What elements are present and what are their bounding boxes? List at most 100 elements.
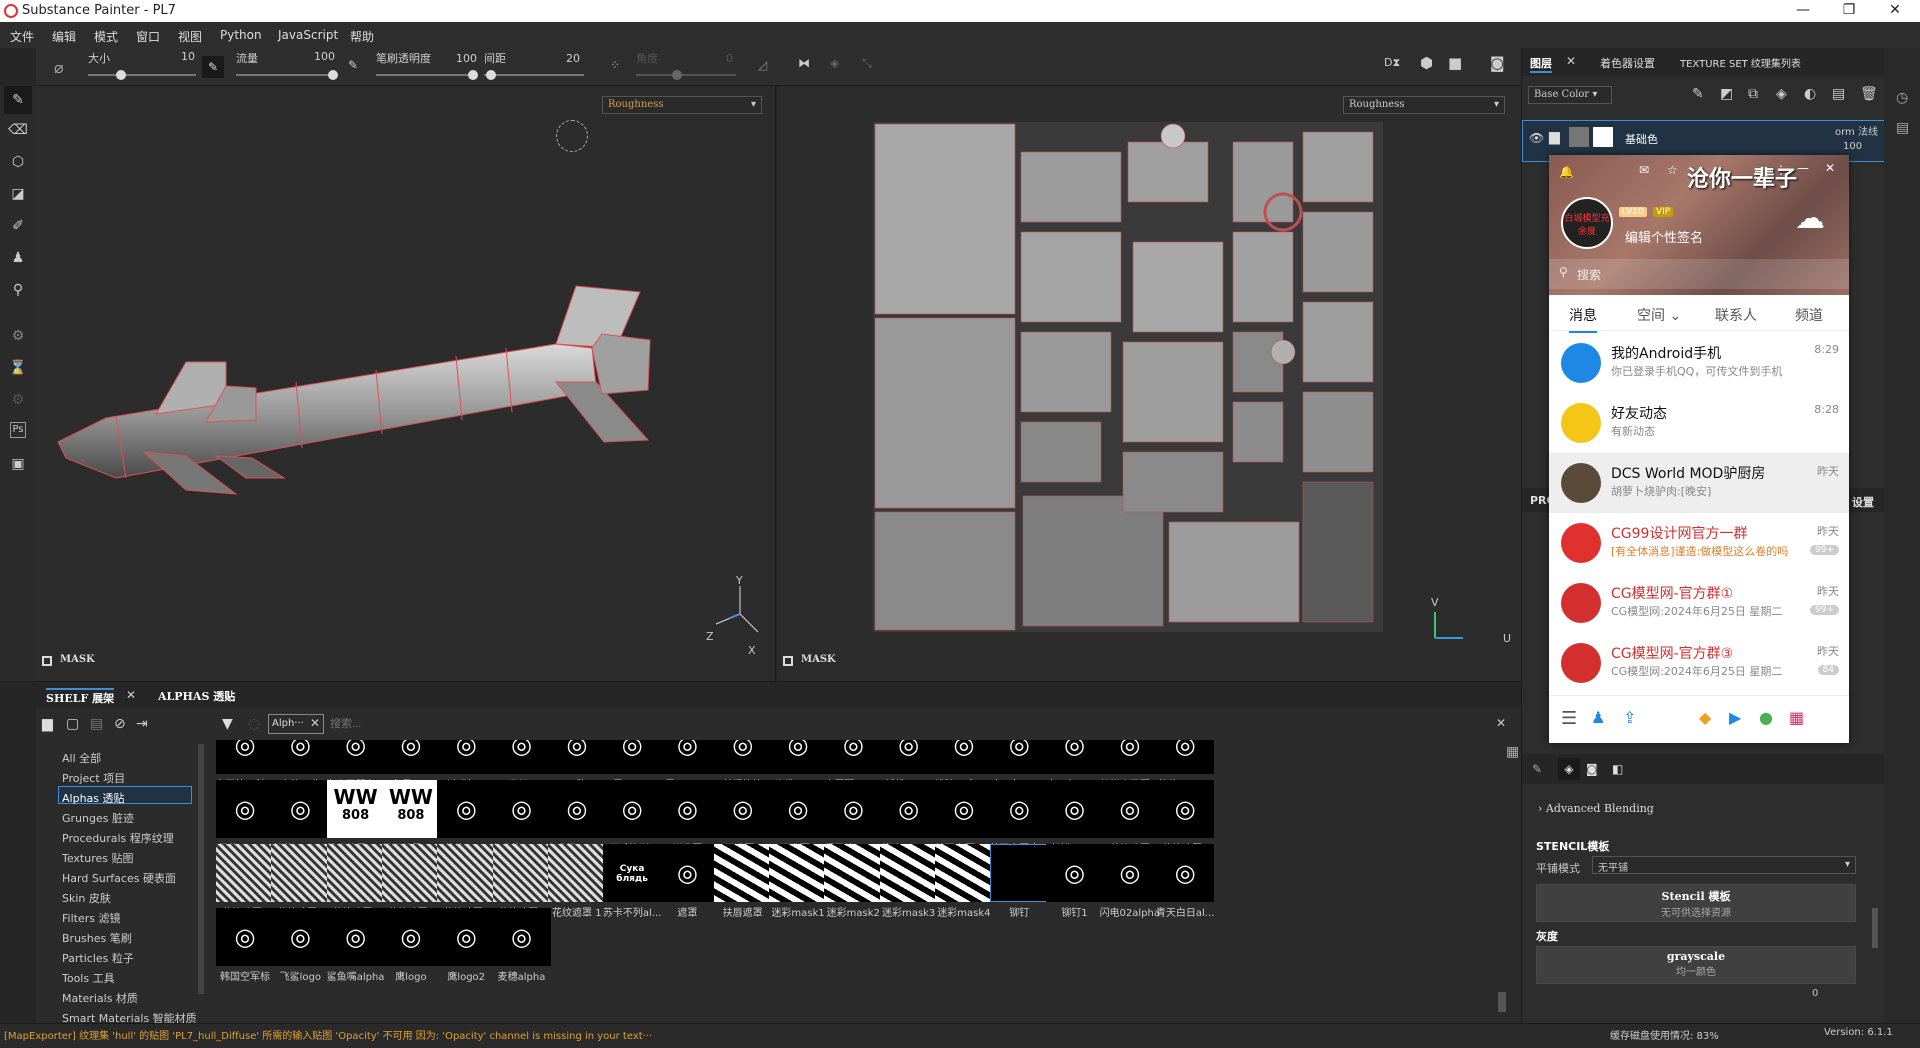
bell-icon[interactable]: 🔔 xyxy=(1559,165,1574,179)
alpha-thumbnail[interactable] xyxy=(437,844,496,902)
grayscale-button[interactable]: grayscale 均一颜色 xyxy=(1536,946,1856,984)
qq-conversation-item[interactable]: DCS World MOD驴厨房 胡萝卜烧驴肉:[晚安] 昨天 xyxy=(1549,453,1849,513)
channel-select-2d[interactable]: Roughness ▾ xyxy=(1343,96,1505,114)
tab-alphas[interactable]: ALPHAS 透贴 xyxy=(158,688,235,704)
menu-view[interactable]: 视图 xyxy=(178,28,202,45)
alpha-thumbnail[interactable]: ◎ xyxy=(934,740,993,774)
alpha-thumbnail[interactable]: ◎ xyxy=(381,740,440,774)
alpha-thumbnail[interactable]: ◎ xyxy=(1045,844,1104,902)
alpha-thumbnail[interactable] xyxy=(769,844,827,902)
tab-shader-settings[interactable]: 着色器设置 xyxy=(1600,55,1655,71)
alpha-thumbnail[interactable] xyxy=(990,844,1049,902)
viewport-3d[interactable]: Roughness ▾ Y Z X MASK xyxy=(36,86,776,681)
spacing-value[interactable]: 20 xyxy=(566,52,580,65)
size-slider[interactable] xyxy=(88,74,196,76)
menu-window[interactable]: 窗口 xyxy=(136,28,160,45)
viewport-2d[interactable]: Roughness ▾ V U MASK xyxy=(777,86,1521,681)
qq-conversation-item[interactable]: CG99设计网官方一群 [有全体消息]谨造:做模型这么卷的吗 昨天 99+ xyxy=(1549,513,1849,573)
minimize-icon[interactable]: — xyxy=(1780,0,1826,22)
close-layers-tab-icon[interactable]: ✕ xyxy=(1566,54,1576,68)
more-options-icon[interactable]: ⋮ xyxy=(1775,163,1787,177)
music-icon[interactable]: ● xyxy=(1759,708,1773,727)
tab-shelf[interactable]: SHELF 展架 xyxy=(46,688,115,706)
qq-search-box[interactable]: ⚲ 搜索 xyxy=(1549,259,1849,289)
menu-mode[interactable]: 模式 xyxy=(94,28,118,45)
cube-view-icon[interactable]: ⬢ xyxy=(1420,54,1433,72)
category-filters[interactable]: Filters 滤镜 xyxy=(62,910,120,926)
alpha-thumbnail[interactable] xyxy=(824,844,883,902)
alpha-thumbnail[interactable]: WW 808 xyxy=(381,780,440,838)
category-alphas[interactable]: Alphas 透贴 xyxy=(62,790,125,806)
alpha-thumbnail[interactable] xyxy=(547,844,606,902)
alpha-thumbnail[interactable]: ◎ xyxy=(658,844,717,902)
tab-texture-set-list[interactable]: TEXTURE SET 纹理集列表 xyxy=(1680,55,1801,70)
add-friend-icon[interactable]: ♟ xyxy=(1591,708,1605,727)
qq-close-icon[interactable]: ✕ xyxy=(1825,161,1835,175)
settings-icon[interactable]: ⚙ xyxy=(8,390,28,410)
size-slider-knob[interactable] xyxy=(116,70,126,80)
add-effect-icon[interactable]: ✎ xyxy=(1692,86,1704,102)
alpha-thumbnail[interactable] xyxy=(492,844,551,902)
filter-icon[interactable]: ▼ xyxy=(222,716,233,732)
alpha-thumbnail[interactable]: ◎ xyxy=(713,780,772,838)
alpha-thumbnail[interactable]: ◎ xyxy=(492,780,551,838)
opacity-slider-knob[interactable] xyxy=(468,70,478,80)
menu-help[interactable]: 帮助 xyxy=(350,28,374,45)
lazy-mouse-icon[interactable]: ◈ xyxy=(830,56,839,70)
bake-icon[interactable]: ⚙ xyxy=(8,326,28,346)
close-shelf-tab-icon[interactable]: ✕ xyxy=(126,688,136,702)
alpha-thumbnail[interactable]: ◎ xyxy=(271,908,330,966)
import-icon[interactable]: ⇥ xyxy=(136,716,148,732)
alpha-thumbnail[interactable] xyxy=(713,844,772,902)
alpha-thumbnail[interactable]: ◎ xyxy=(492,908,551,966)
video-icon[interactable]: ▶ xyxy=(1729,708,1741,727)
mail-icon[interactable]: ✉ xyxy=(1639,163,1649,177)
alpha-thumbnail[interactable]: ◎ xyxy=(216,780,274,838)
apps-icon[interactable]: ▦ xyxy=(1789,708,1804,727)
log-icon[interactable]: ▤ xyxy=(1896,120,1909,136)
menu-javascript[interactable]: JavaScript xyxy=(278,28,338,42)
alpha-thumbnail[interactable]: ◎ xyxy=(216,908,274,966)
opacity-value[interactable]: 100 xyxy=(456,52,477,65)
category-grunges[interactable]: Grunges 脏迹 xyxy=(62,810,134,826)
alpha-thumbnail[interactable]: ◎ xyxy=(603,780,662,838)
qq-tab-qzone[interactable]: 空间 ⌄ xyxy=(1637,305,1681,325)
category-hard-surfaces[interactable]: Hard Surfaces 硬表面 xyxy=(62,870,176,886)
opacity-slider[interactable] xyxy=(376,74,476,76)
category-project[interactable]: Project 项目 xyxy=(62,770,125,786)
clone-stamp-icon[interactable]: ♟ xyxy=(8,248,28,268)
eraser-mode-icon[interactable]: ⌀ xyxy=(54,58,64,77)
mask-checkbox-2d[interactable] xyxy=(783,656,793,666)
menu-python[interactable]: Python xyxy=(220,28,262,42)
alpha-thumbnail[interactable]: ◎ xyxy=(769,780,827,838)
paint-brush-icon[interactable]: ✎ xyxy=(4,86,32,114)
alpha-thumbnail[interactable]: ◎ xyxy=(1045,780,1104,838)
game-icon[interactable]: ◆ xyxy=(1699,708,1711,727)
category-procedurals[interactable]: Procedurals 程序纹理 xyxy=(62,830,174,846)
alpha-thumbnail[interactable]: ◎ xyxy=(990,740,1049,774)
mask-checkbox-3d[interactable] xyxy=(42,656,52,666)
new-file-icon[interactable]: ▢ xyxy=(66,716,79,732)
flow-slider[interactable] xyxy=(236,74,336,76)
category-textures[interactable]: Textures 贴图 xyxy=(62,850,134,866)
alpha-thumbnail[interactable]: ◎ xyxy=(1156,844,1215,902)
transform-icon[interactable]: ⤡ xyxy=(862,56,872,71)
alpha-thumbnail[interactable]: ◎ xyxy=(658,780,717,838)
material-props-icon[interactable]: ◈ xyxy=(1558,758,1580,780)
qq-window[interactable]: 🔔 ✉ ☆ 沧你一辈子 ⋮ — ✕ 白城模型充余度 LV10 VIP 编辑个性签… xyxy=(1549,155,1849,743)
qq-conversation-item[interactable]: CG模型网-官方群③ CG模型网:2024年6月25日 星期二 昨天 84 xyxy=(1549,633,1849,693)
qq-tab-channels[interactable]: 频道 xyxy=(1795,305,1823,325)
category-all[interactable]: All 全部 xyxy=(62,750,101,766)
alpha-thumbnail[interactable]: Сука блядь xyxy=(603,844,662,902)
alpha-thumbnail[interactable]: ◎ xyxy=(824,780,883,838)
tiling-select[interactable]: 无平铺 ▾ xyxy=(1592,856,1856,874)
alpha-thumbnail[interactable]: ◎ xyxy=(1156,780,1215,838)
alpha-thumbnail[interactable]: ◎ xyxy=(326,908,385,966)
eraser-icon[interactable]: ⌫ xyxy=(8,120,28,140)
viewport-mode-icon[interactable]: D⧗ xyxy=(1384,56,1400,70)
menu-icon[interactable]: ☰ xyxy=(1561,708,1577,729)
add-layer-icon[interactable]: ⧉ xyxy=(1748,86,1758,102)
folder-icon[interactable]: ▆ xyxy=(42,716,53,732)
alpha-thumbnail[interactable]: ◎ xyxy=(713,740,772,774)
history-icon[interactable]: ◷ xyxy=(1896,90,1908,106)
